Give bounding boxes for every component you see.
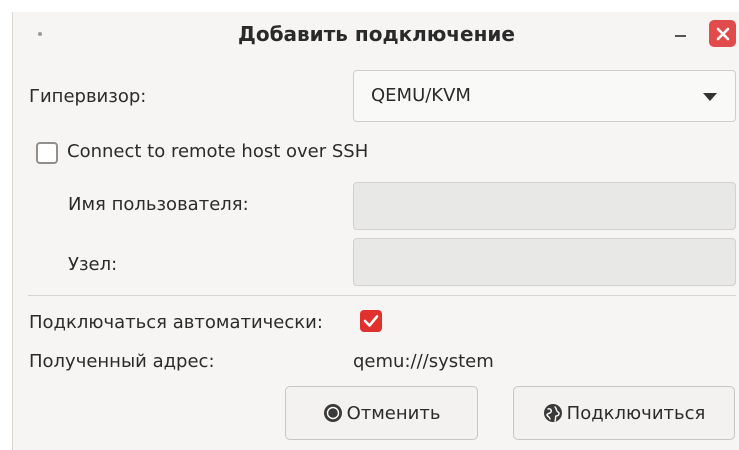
titlebar[interactable]: Добавить подключение (13, 12, 739, 60)
separator (28, 295, 736, 296)
username-field[interactable] (353, 182, 736, 230)
stop-icon (323, 403, 343, 423)
connect-button-label: Подключиться (566, 402, 706, 424)
generated-uri-value: qemu:///system (353, 351, 494, 372)
username-label: Имя пользователя: (68, 194, 249, 215)
cancel-button[interactable]: Отменить (285, 386, 478, 440)
checkmark-icon (363, 315, 379, 327)
minimize-icon (674, 35, 686, 37)
hypervisor-label: Гипервизор: (29, 86, 147, 107)
add-connection-dialog: Добавить подключение Гипервизор: QEMU/KV… (12, 12, 739, 450)
connect-button[interactable]: Подключиться (513, 386, 735, 440)
ssh-checkbox[interactable] (36, 142, 58, 164)
ssh-checkbox-label[interactable]: Connect to remote host over SSH (67, 141, 368, 162)
generated-uri-label: Полученный адрес: (29, 351, 215, 372)
hypervisor-select[interactable]: QEMU/KVM (353, 70, 736, 122)
chevron-down-icon (703, 93, 717, 101)
close-button[interactable] (709, 20, 736, 47)
dialog-title: Добавить подключение (238, 22, 515, 46)
host-label: Узел: (68, 254, 118, 275)
close-icon (716, 27, 729, 40)
globe-icon (543, 403, 563, 423)
host-field[interactable] (353, 238, 736, 286)
autoconnect-checkbox[interactable] (360, 310, 382, 332)
autoconnect-label: Подключаться автоматически: (29, 312, 323, 333)
minimize-button[interactable] (668, 22, 692, 46)
cancel-button-label: Отменить (346, 402, 441, 424)
hypervisor-value: QEMU/KVM (371, 85, 471, 106)
